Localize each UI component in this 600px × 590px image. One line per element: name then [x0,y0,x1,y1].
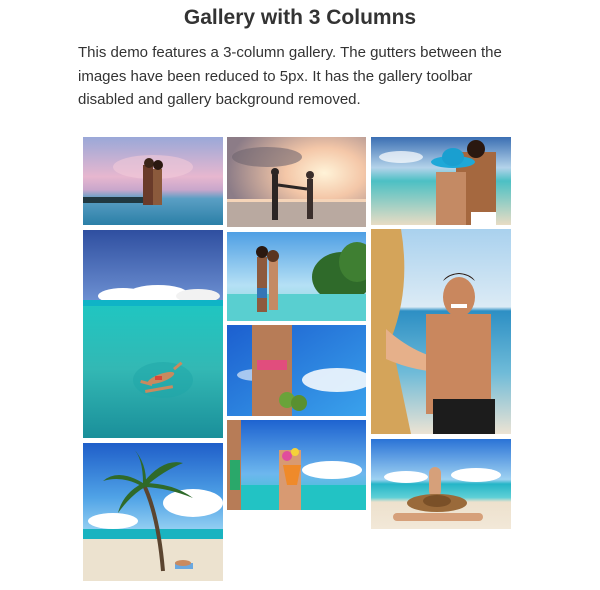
photo-swimmer-turquoise-water [83,230,223,438]
photo-man-pulling-hand [371,229,511,434]
photo-woman-straw-hat [371,439,511,529]
gallery-grid [0,0,600,590]
gallery-image-woman-straw-hat[interactable] [371,439,511,529]
gallery-image-couple-holding-hands-sunset[interactable] [227,137,366,227]
gallery-image-swimmer-turquoise-water[interactable] [83,230,223,438]
gallery-image-couple-blue-hat[interactable] [371,137,511,225]
photo-couple-blue-hat [371,137,511,225]
photo-couple-holding-hands-sunset [227,137,366,227]
gallery-image-man-pulling-hand[interactable] [371,229,511,434]
gallery-image-tropical-drink[interactable] [227,420,366,510]
gallery-image-palm-tree-beach[interactable] [83,443,223,581]
photo-tropical-drink [227,420,366,510]
gallery-image-couple-sunset-sky[interactable] [83,137,223,225]
photo-palm-tree-beach [83,443,223,581]
photo-couple-sunset-sky [83,137,223,225]
gallery-image-couple-kissing-beach[interactable] [227,232,366,321]
gallery-image-woman-coconuts[interactable] [227,325,366,416]
photo-couple-kissing-beach [227,232,366,321]
photo-woman-coconuts [227,325,366,416]
